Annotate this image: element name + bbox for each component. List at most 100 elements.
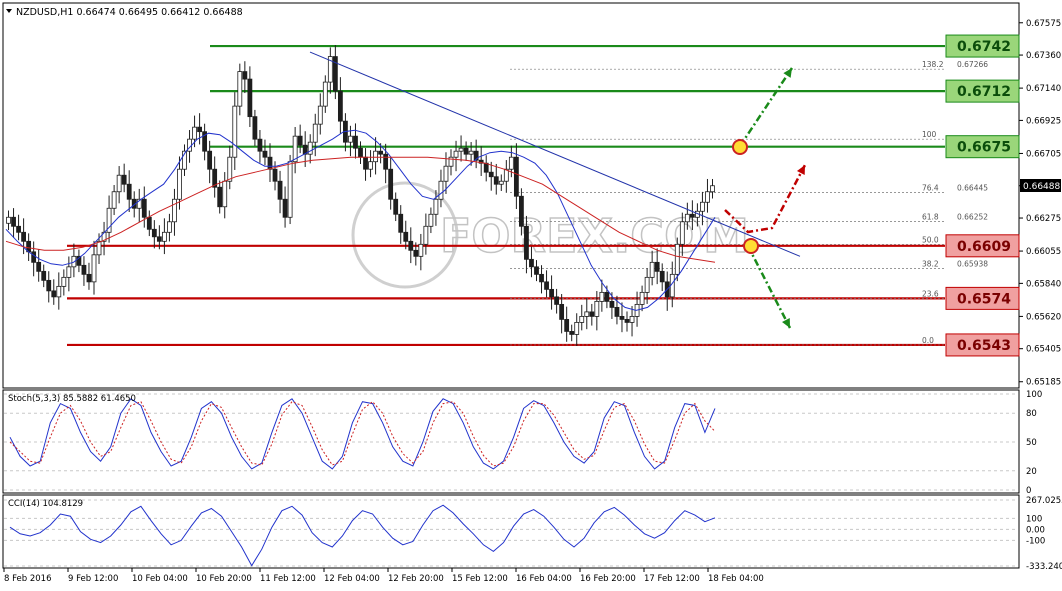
candle-bear <box>529 258 534 268</box>
candle-bear <box>493 176 499 185</box>
breakout-marker-icon <box>732 139 748 155</box>
candle-bull <box>61 276 67 287</box>
current-price-label: 0.66488 <box>1023 182 1060 192</box>
current-price-tag: 0.66488 <box>1020 179 1061 192</box>
candle-bull <box>322 81 328 107</box>
candle-bear <box>609 300 615 308</box>
candle-bear <box>46 279 52 292</box>
fib-ratio: 0.0 <box>922 336 934 345</box>
stoch-level-label: 0 <box>1026 486 1031 496</box>
cci-level-label: -333.2400 <box>1026 562 1062 572</box>
candle-bull <box>91 254 97 283</box>
y-tick-label: 0.66275 <box>1026 214 1061 224</box>
candle-bear <box>141 198 147 218</box>
candle-bull <box>433 198 439 215</box>
y-tick-label: 0.66925 <box>1026 116 1061 126</box>
candle-bear <box>252 116 258 140</box>
candle-bear <box>483 162 489 173</box>
y-tick-label: 0.65840 <box>1026 279 1061 289</box>
x-tick-label: 18 Feb 04:00 <box>708 574 764 584</box>
candle-bear <box>589 311 595 317</box>
candle-bull <box>599 291 605 302</box>
candle-bear <box>51 290 57 298</box>
x-tick-label: 12 Feb 04:00 <box>324 574 380 584</box>
candle-bull <box>458 147 464 152</box>
fib-value: 0.66445 <box>957 183 988 192</box>
candle-bull <box>679 221 685 245</box>
fib-ratio: 61.8 <box>922 212 939 221</box>
candle-bear <box>413 249 419 257</box>
candle-bear <box>207 150 213 170</box>
candle-bull <box>674 243 680 275</box>
candle-bear <box>11 216 16 227</box>
candle-bear <box>388 168 394 200</box>
candle-bear <box>614 306 620 317</box>
candle-bull <box>453 150 459 158</box>
fib-ratio: 38.2 <box>922 260 939 269</box>
candle-bull <box>644 276 650 293</box>
candle-bull <box>579 316 585 323</box>
candle-bull <box>584 311 590 317</box>
candle-bear <box>398 213 404 233</box>
candle-bull <box>161 231 167 242</box>
candle-bear <box>337 90 343 122</box>
candle-bear <box>297 135 303 146</box>
candle-bear <box>353 135 358 149</box>
candle-bear <box>197 126 202 133</box>
candle-bull <box>116 174 122 193</box>
candle-bear <box>549 288 554 298</box>
x-tick-label: 9 Feb 12:00 <box>68 574 118 584</box>
candle-bear <box>619 316 625 320</box>
candle-bear <box>247 78 253 118</box>
y-tick-label: 0.65185 <box>1026 378 1061 388</box>
candle-bear <box>242 71 248 80</box>
candle-bull <box>639 291 645 305</box>
x-tick-label: 16 Feb 04:00 <box>516 574 572 584</box>
fib-value: 0.67266 <box>957 60 988 69</box>
candle-bull <box>574 322 580 335</box>
stoch-level-label: 20 <box>1026 467 1037 477</box>
candle-bull <box>167 221 172 233</box>
candle-bear <box>121 174 127 185</box>
candle-bull <box>192 126 197 140</box>
candle-bear <box>378 150 384 155</box>
y-tick-label: 0.65405 <box>1026 345 1061 355</box>
candle-bull <box>172 198 177 223</box>
level-label: 0.6742 <box>957 39 1011 55</box>
y-tick-label: 0.65620 <box>1026 312 1061 322</box>
y-tick-label: 0.67360 <box>1026 51 1061 61</box>
candle-bear <box>36 261 42 272</box>
y-tick-label: 0.67140 <box>1026 84 1061 94</box>
candle-bear <box>277 180 283 200</box>
level-label: 0.6609 <box>957 239 1011 255</box>
stoch-label: Stoch(5,3,3) 85.5882 61.4650 <box>8 394 136 404</box>
symbol-header[interactable]: NZDUSD,H1 0.66474 0.66495 0.66412 0.6648… <box>6 7 243 18</box>
candle-bull <box>317 105 323 125</box>
candle-bull <box>66 266 72 278</box>
candle-bear <box>146 216 152 230</box>
candle-bull <box>594 300 600 317</box>
candle-bear <box>539 273 544 283</box>
candle-bull <box>373 150 378 163</box>
candle-bear <box>624 319 630 323</box>
candle-bear <box>544 281 549 290</box>
candle-bear <box>564 319 570 332</box>
candle-bull <box>498 180 504 185</box>
candle-bull <box>287 161 293 218</box>
candle-bull <box>700 201 705 212</box>
candle-bull <box>443 165 449 182</box>
candle-bear <box>156 236 162 242</box>
x-tick-label: 12 Feb 20:00 <box>388 574 444 584</box>
fib-ratio: 50.0 <box>922 235 939 244</box>
candle-bull <box>111 191 117 209</box>
cci-panel-frame <box>2 494 1020 569</box>
y-tick-label: 0.66705 <box>1026 149 1061 159</box>
x-tick-label: 10 Feb 04:00 <box>132 574 188 584</box>
candle-bear <box>463 147 469 155</box>
candle-bear <box>383 153 389 170</box>
candle-bear <box>363 156 368 170</box>
candle-bear <box>217 186 223 208</box>
cci-level-label: 0.00 <box>1026 525 1045 535</box>
main-panel-frame <box>2 2 1020 389</box>
cci-level-label: 267.0255 <box>1026 496 1062 506</box>
